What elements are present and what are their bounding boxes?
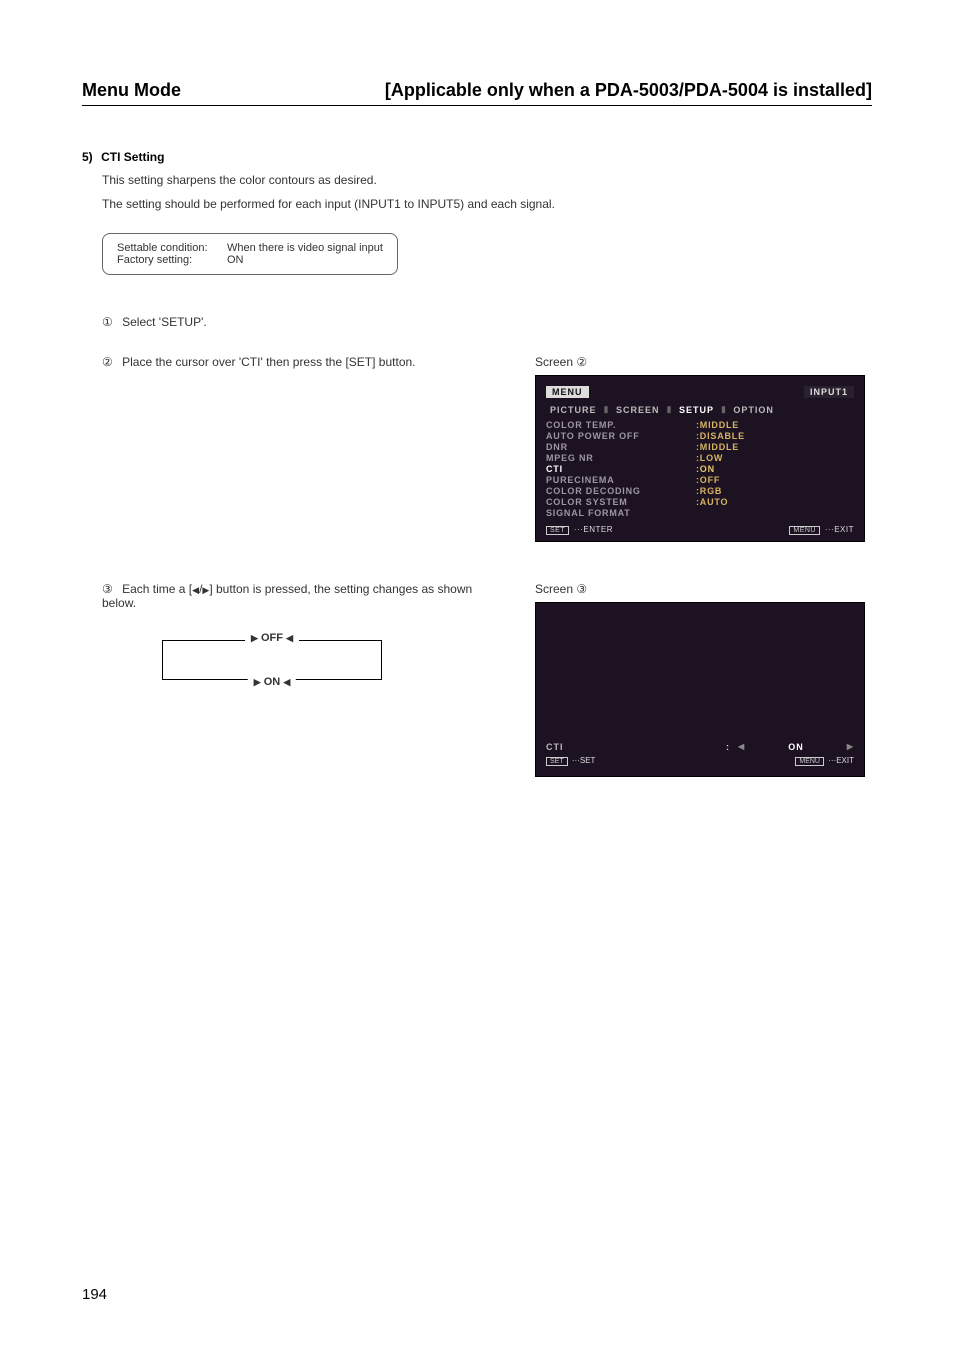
osd-footer: SET ···ENTER MENU ···EXIT: [546, 525, 854, 535]
osd-tab-option: OPTION: [729, 404, 778, 416]
page-number: 194: [82, 1286, 107, 1303]
osd3-footer: SET ···SET MENU ···EXIT: [546, 756, 854, 766]
menu-key-icon: MENU: [795, 757, 824, 766]
osd-row-key: MPEG NR: [546, 453, 696, 463]
osd-setting-row: AUTO POWER OFF:DISABLE: [546, 431, 854, 442]
step-3: ③ Each time a [◀/▶] button is pressed, t…: [102, 582, 507, 610]
osd-row-value: :MIDDLE: [696, 442, 739, 452]
set-key-icon: SET: [546, 757, 568, 766]
osd-row-key: SIGNAL FORMAT: [546, 508, 696, 518]
condition-box: Settable condition: When there is video …: [102, 233, 398, 275]
section-title: CTI Setting: [101, 150, 164, 164]
osd-tab-setup: SETUP: [675, 404, 718, 416]
osd3-value: ON: [745, 742, 847, 752]
section-heading: 5) CTI Setting: [82, 148, 872, 166]
osd-row-key: DNR: [546, 442, 696, 452]
tab-separator-icon: ▮: [604, 404, 609, 416]
osd-tabs: PICTURE ▮ SCREEN ▮ SETUP ▮ OPTION: [546, 404, 854, 416]
osd-menu-pill: MENU: [546, 386, 589, 398]
osd-row-value: :MIDDLE: [696, 420, 739, 430]
osd-tab-screen: SCREEN: [612, 404, 664, 416]
cycle-diagram: ▶ OFF ◀ ▶ ON ◀: [162, 636, 382, 684]
steps-block: ① Select 'SETUP'. ② Place the cursor ove…: [102, 315, 872, 777]
header-right: [Applicable only when a PDA-5003/PDA-500…: [385, 80, 872, 101]
osd-footer-right: ···EXIT: [825, 525, 854, 534]
cycle-on-label: ▶ ON ◀: [248, 676, 296, 688]
screen2-label: Screen ②: [535, 355, 865, 369]
step-2-row: ② Place the cursor over 'CTI' then press…: [102, 355, 872, 542]
step-2: ② Place the cursor over 'CTI' then press…: [102, 355, 507, 369]
osd3-key: CTI: [546, 742, 726, 752]
osd-setting-row: COLOR DECODING:RGB: [546, 486, 854, 497]
cycle-off-text: OFF: [261, 632, 283, 644]
osd3-colon: :: [726, 742, 738, 752]
step-number-2: ②: [102, 355, 113, 369]
osd3-value-row: CTI : ◀ ON ▶: [546, 742, 854, 752]
cond-label-1: Settable condition:: [117, 242, 227, 254]
step-number-1: ①: [102, 315, 113, 329]
osd-row-value: :OFF: [696, 475, 720, 485]
right-arrow-icon: ▶: [251, 633, 258, 643]
osd-row-value: :ON: [696, 464, 715, 474]
osd-row-value: :DISABLE: [696, 431, 745, 441]
osd-row-key: COLOR DECODING: [546, 486, 696, 496]
osd-screen-2: MENU INPUT1 PICTURE ▮ SCREEN ▮ SETUP ▮ O…: [535, 375, 865, 542]
osd-input-pill: INPUT1: [804, 386, 854, 398]
osd-tab-picture: PICTURE: [546, 404, 601, 416]
osd-row-value: :LOW: [696, 453, 723, 463]
osd-row-key: COLOR SYSTEM: [546, 497, 696, 507]
osd-footer-left: ···ENTER: [574, 525, 613, 534]
page-header: Menu Mode [Applicable only when a PDA-50…: [82, 80, 872, 106]
cycle-on-text: ON: [264, 676, 281, 688]
condition-row: Settable condition: When there is video …: [117, 242, 383, 254]
condition-row: Factory setting: ON: [117, 254, 383, 266]
section-paragraph-2: The setting should be performed for each…: [102, 194, 872, 214]
osd-setting-row: DNR:MIDDLE: [546, 442, 854, 453]
osd-setting-row: CTI:ON: [546, 464, 854, 475]
osd-setting-row: MPEG NR:LOW: [546, 453, 854, 464]
right-arrow-icon: ▶: [847, 742, 854, 751]
osd-row-value: :AUTO: [696, 497, 728, 507]
osd-row-value: :RGB: [696, 486, 722, 496]
section-number: 5): [82, 150, 93, 164]
left-arrow-icon: ◀: [286, 633, 293, 643]
osd-row-key: AUTO POWER OFF: [546, 431, 696, 441]
header-left: Menu Mode: [82, 80, 181, 101]
osd3-footer-left: ···SET: [572, 756, 596, 765]
step-text-3a: Each time a [: [122, 582, 192, 596]
step-text-2: Place the cursor over 'CTI' then press t…: [122, 355, 415, 369]
section-paragraph-1: This setting sharpens the color contours…: [102, 170, 872, 190]
cond-value-2: ON: [227, 254, 244, 266]
cond-value-1: When there is video signal input: [227, 242, 383, 254]
osd-setting-row: COLOR SYSTEM:AUTO: [546, 497, 854, 508]
osd3-footer-right: ···EXIT: [828, 756, 854, 765]
step-1: ① Select 'SETUP'.: [102, 315, 872, 329]
osd-setting-row: COLOR TEMP.:MIDDLE: [546, 420, 854, 431]
osd-setting-row: PURECINEMA:OFF: [546, 475, 854, 486]
tab-separator-icon: ▮: [666, 404, 671, 416]
tab-separator-icon: ▮: [721, 404, 726, 416]
osd-screen-3: CTI : ◀ ON ▶ SET ···SET MENU ···EXI: [535, 602, 865, 777]
step-3-row: ③ Each time a [◀/▶] button is pressed, t…: [102, 582, 872, 777]
osd-row-key: COLOR TEMP.: [546, 420, 696, 430]
step-number-3: ③: [102, 582, 113, 596]
osd-row-key: PURECINEMA: [546, 475, 696, 485]
menu-key-icon: MENU: [789, 526, 820, 535]
set-key-icon: SET: [546, 526, 569, 535]
step-text-1: Select 'SETUP'.: [122, 315, 207, 329]
right-arrow-icon: ▶: [254, 677, 261, 687]
cycle-off-label: ▶ OFF ◀: [245, 632, 299, 644]
osd-setting-row: SIGNAL FORMAT: [546, 508, 854, 519]
left-arrow-icon: ◀: [192, 585, 199, 595]
left-arrow-icon: ◀: [283, 677, 290, 687]
left-arrow-icon: ◀: [738, 742, 745, 751]
cond-label-2: Factory setting:: [117, 254, 227, 266]
osd-row-key: CTI: [546, 464, 696, 474]
screen3-label: Screen ③: [535, 582, 865, 596]
